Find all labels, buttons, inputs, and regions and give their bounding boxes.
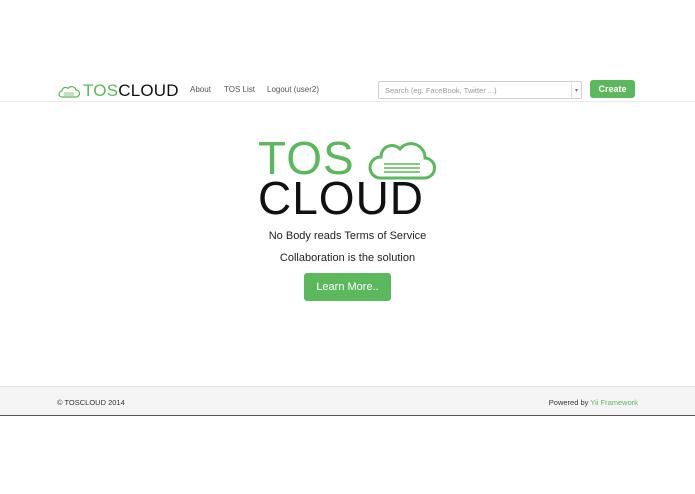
tagline-secondary: Collaboration is the solution <box>279 252 416 264</box>
brand-tos-text: TOS <box>83 81 119 100</box>
footer-powered-prefix: Powered by <box>548 398 591 407</box>
footer: © TOSCLOUD 2014 Powered by Yii Framework <box>0 386 695 416</box>
nav-link-about[interactable]: About <box>190 85 211 95</box>
brand-logo-link[interactable]: TOS CLOUD <box>58 82 179 100</box>
yii-framework-link[interactable]: Yii Framework <box>590 398 638 407</box>
footer-copyright: © TOSCLOUD 2014 <box>57 398 125 407</box>
footer-powered-by: Powered by Yii Framework <box>549 398 638 407</box>
hero-logo-cloud-text: CLOUD <box>258 172 425 224</box>
search-input[interactable] <box>379 82 572 98</box>
chevron-down-icon[interactable]: ▾ <box>571 82 581 98</box>
top-navbar: TOS CLOUD About TOS List Logout (user2) … <box>0 78 695 102</box>
learn-more-button[interactable]: Learn More.. <box>304 273 391 301</box>
tagline-primary: No Body reads Terms of Service <box>268 230 427 242</box>
nav-link-logout[interactable]: Logout (user2) <box>267 85 319 95</box>
create-button[interactable]: Create <box>590 80 635 98</box>
brand-cloud-text: CLOUD <box>118 81 179 100</box>
search-box: ▾ <box>378 81 582 99</box>
cloud-icon <box>58 85 80 98</box>
nav-link-tos-list[interactable]: TOS List <box>224 85 255 95</box>
hero-logo: TOS CLOUD <box>258 135 438 223</box>
